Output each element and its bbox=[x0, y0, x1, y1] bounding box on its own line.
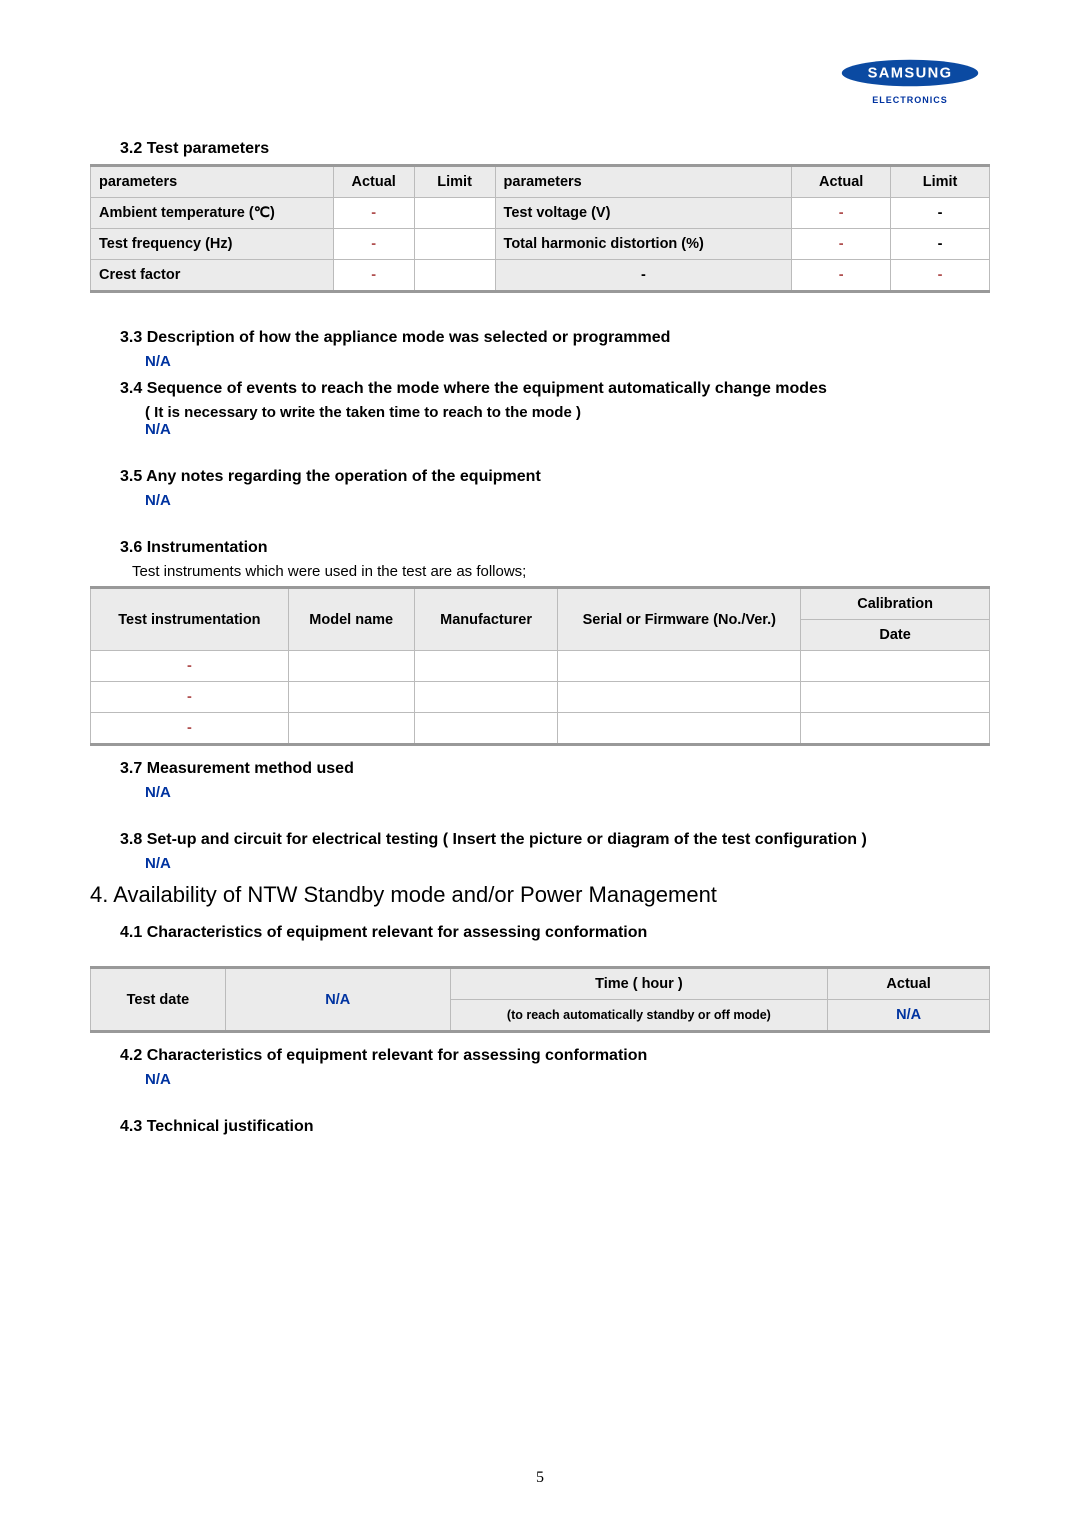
col-test-instrumentation: Test instrumentation bbox=[91, 588, 289, 651]
cell-value bbox=[801, 713, 990, 745]
cell-value bbox=[414, 713, 558, 745]
section-3-6-title: 3.6 Instrumentation bbox=[120, 539, 990, 557]
col-actual: Actual bbox=[828, 968, 990, 1000]
cell-value bbox=[558, 682, 801, 713]
col-parameters-right: parameters bbox=[495, 166, 792, 198]
col-serial-firmware: Serial or Firmware (No./Ver.) bbox=[558, 588, 801, 651]
cell-value: - bbox=[91, 713, 289, 745]
section-3-3-value: N/A bbox=[145, 353, 990, 370]
instrumentation-table: Test instrumentation Model name Manufact… bbox=[90, 586, 990, 746]
section-3-2-title: 3.2 Test parameters bbox=[120, 140, 990, 158]
table-row: Ambient temperature (℃) - Test voltage (… bbox=[91, 198, 990, 229]
param-ambient-temp: Ambient temperature (℃) bbox=[91, 198, 334, 229]
col-model-name: Model name bbox=[288, 588, 414, 651]
col-actual-right: Actual bbox=[792, 166, 891, 198]
table-row: - bbox=[91, 713, 990, 745]
test-parameters-table: parameters Actual Limit parameters Actua… bbox=[90, 164, 990, 293]
cell-value: - bbox=[91, 651, 289, 682]
cell-value: - bbox=[333, 198, 414, 229]
section-3-7-value: N/A bbox=[145, 784, 990, 801]
cell-value bbox=[414, 229, 495, 260]
section-4-2-value: N/A bbox=[145, 1071, 990, 1088]
cell-value: - bbox=[91, 682, 289, 713]
brand-logo: SAMSUNG ELECTRONICS bbox=[840, 58, 980, 105]
col-limit-right: Limit bbox=[891, 166, 990, 198]
cell-value bbox=[558, 651, 801, 682]
col-actual-left: Actual bbox=[333, 166, 414, 198]
section-4-3-title: 4.3 Technical justification bbox=[120, 1118, 990, 1136]
cell-value: - bbox=[333, 260, 414, 292]
table-header-row: Test instrumentation Model name Manufact… bbox=[91, 588, 990, 620]
table-row: - bbox=[91, 682, 990, 713]
cell-value bbox=[288, 682, 414, 713]
section-4-2-title: 4.2 Characteristics of equipment relevan… bbox=[120, 1047, 990, 1065]
cell-value: - bbox=[792, 198, 891, 229]
param-test-voltage: Test voltage (V) bbox=[495, 198, 792, 229]
col-test-date: Test date bbox=[91, 968, 226, 1032]
section-4-title: 4. Availability of NTW Standby mode and/… bbox=[90, 882, 990, 908]
cell-na: N/A bbox=[828, 1000, 990, 1032]
section-3-8-title: 3.8 Set-up and circuit for electrical te… bbox=[120, 831, 990, 849]
col-date: Date bbox=[801, 620, 990, 651]
col-time-hour: Time ( hour ) bbox=[450, 968, 828, 1000]
section-3-4-subtitle: ( It is necessary to write the taken tim… bbox=[145, 404, 990, 421]
col-time-sub: (to reach automatically standby or off m… bbox=[450, 1000, 828, 1032]
cell-value bbox=[288, 713, 414, 745]
characteristics-table: Test date N/A Time ( hour ) Actual (to r… bbox=[90, 966, 990, 1033]
param-empty: - bbox=[495, 260, 792, 292]
param-thd: Total harmonic distortion (%) bbox=[495, 229, 792, 260]
cell-value bbox=[414, 198, 495, 229]
svg-text:SAMSUNG: SAMSUNG bbox=[868, 66, 953, 82]
cell-value bbox=[414, 651, 558, 682]
cell-value: - bbox=[792, 260, 891, 292]
page-number: 5 bbox=[536, 1469, 544, 1487]
samsung-logo-icon: SAMSUNG bbox=[840, 58, 980, 88]
section-3-6-note: Test instruments which were used in the … bbox=[132, 563, 990, 580]
cell-value: - bbox=[891, 229, 990, 260]
cell-value bbox=[414, 682, 558, 713]
col-parameters-left: parameters bbox=[91, 166, 334, 198]
section-3-5-value: N/A bbox=[145, 492, 990, 509]
section-4-1-title: 4.1 Characteristics of equipment relevan… bbox=[120, 924, 990, 942]
table-row: Crest factor - - - - bbox=[91, 260, 990, 292]
col-calibration: Calibration bbox=[801, 588, 990, 620]
table-row: Test frequency (Hz) - Total harmonic dis… bbox=[91, 229, 990, 260]
section-3-8-value: N/A bbox=[145, 855, 990, 872]
col-manufacturer: Manufacturer bbox=[414, 588, 558, 651]
param-test-frequency: Test frequency (Hz) bbox=[91, 229, 334, 260]
table-header-row: parameters Actual Limit parameters Actua… bbox=[91, 166, 990, 198]
table-row: - bbox=[91, 651, 990, 682]
cell-value bbox=[558, 713, 801, 745]
col-limit-left: Limit bbox=[414, 166, 495, 198]
cell-value bbox=[414, 260, 495, 292]
cell-value bbox=[288, 651, 414, 682]
table-row: Test date N/A Time ( hour ) Actual bbox=[91, 968, 990, 1000]
param-crest-factor: Crest factor bbox=[91, 260, 334, 292]
cell-value: - bbox=[792, 229, 891, 260]
section-3-4-title: 3.4 Sequence of events to reach the mode… bbox=[120, 380, 990, 398]
electronics-label: ELECTRONICS bbox=[840, 95, 980, 105]
section-3-3-title: 3.3 Description of how the appliance mod… bbox=[120, 329, 990, 347]
cell-value bbox=[801, 682, 990, 713]
cell-value: - bbox=[891, 198, 990, 229]
cell-na: N/A bbox=[225, 968, 450, 1032]
section-3-5-title: 3.5 Any notes regarding the operation of… bbox=[120, 468, 990, 486]
cell-value: - bbox=[333, 229, 414, 260]
section-3-4-value: N/A bbox=[145, 421, 990, 438]
cell-value bbox=[801, 651, 990, 682]
section-3-7-title: 3.7 Measurement method used bbox=[120, 760, 990, 778]
cell-value: - bbox=[891, 260, 990, 292]
